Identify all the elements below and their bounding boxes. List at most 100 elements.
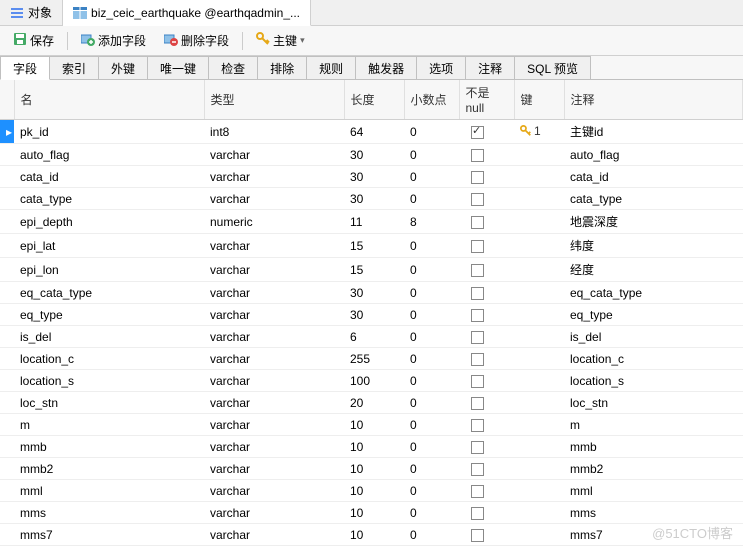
cell-not-null[interactable] — [459, 234, 514, 258]
cell-length[interactable]: 10 — [344, 436, 404, 458]
cell-comment[interactable]: eq_type — [564, 304, 743, 326]
col-not-null[interactable]: 不是 null — [459, 80, 514, 120]
cell-type[interactable]: varchar — [204, 188, 344, 210]
cell-comment[interactable]: is_del — [564, 326, 743, 348]
cell-type[interactable]: varchar — [204, 166, 344, 188]
cell-length[interactable]: 30 — [344, 282, 404, 304]
cell-name[interactable]: cata_id — [14, 166, 204, 188]
field-row[interactable]: loc_stnvarchar200loc_stn — [0, 392, 743, 414]
cell-comment[interactable]: cata_id — [564, 166, 743, 188]
cell-key[interactable]: 1 — [514, 120, 564, 144]
cell-length[interactable]: 255 — [344, 348, 404, 370]
cell-name[interactable]: pk_id — [14, 120, 204, 144]
cell-not-null[interactable] — [459, 436, 514, 458]
sub-tab-7[interactable]: 触发器 — [355, 56, 417, 79]
cell-key[interactable] — [514, 304, 564, 326]
cell-name[interactable]: mmb2 — [14, 458, 204, 480]
col-key[interactable]: 键 — [514, 80, 564, 120]
checkbox-icon[interactable] — [471, 240, 484, 253]
cell-key[interactable] — [514, 370, 564, 392]
sub-tab-9[interactable]: 注释 — [465, 56, 515, 79]
cell-type[interactable]: varchar — [204, 524, 344, 546]
sub-tab-5[interactable]: 排除 — [257, 56, 307, 79]
cell-not-null[interactable] — [459, 414, 514, 436]
cell-not-null[interactable] — [459, 188, 514, 210]
cell-decimal[interactable]: 0 — [404, 480, 459, 502]
cell-name[interactable]: mms7 — [14, 524, 204, 546]
field-row[interactable]: is_delvarchar60is_del — [0, 326, 743, 348]
cell-name[interactable]: mml — [14, 480, 204, 502]
cell-length[interactable]: 15 — [344, 258, 404, 282]
cell-comment[interactable]: cata_type — [564, 188, 743, 210]
cell-comment[interactable]: 主键id — [564, 120, 743, 144]
field-row[interactable]: ▸pk_idint86401主键id — [0, 120, 743, 144]
cell-comment[interactable]: mmb2 — [564, 458, 743, 480]
save-button[interactable]: 保存 — [6, 29, 61, 52]
cell-key[interactable] — [514, 188, 564, 210]
field-row[interactable]: eq_typevarchar300eq_type — [0, 304, 743, 326]
field-row[interactable]: cata_typevarchar300cata_type — [0, 188, 743, 210]
cell-length[interactable]: 10 — [344, 502, 404, 524]
col-length[interactable]: 长度 — [344, 80, 404, 120]
cell-key[interactable] — [514, 166, 564, 188]
sub-tab-10[interactable]: SQL 预览 — [514, 56, 591, 79]
checkbox-icon[interactable] — [471, 149, 484, 162]
cell-not-null[interactable] — [459, 480, 514, 502]
cell-decimal[interactable]: 0 — [404, 458, 459, 480]
cell-type[interactable]: varchar — [204, 258, 344, 282]
cell-type[interactable]: varchar — [204, 326, 344, 348]
cell-comment[interactable]: eq_cata_type — [564, 282, 743, 304]
cell-name[interactable]: mmb — [14, 436, 204, 458]
tab-objects[interactable]: 对象 — [0, 0, 63, 25]
field-row[interactable]: epi_lonvarchar150经度 — [0, 258, 743, 282]
cell-type[interactable]: varchar — [204, 282, 344, 304]
cell-decimal[interactable]: 0 — [404, 370, 459, 392]
cell-comment[interactable]: location_c — [564, 348, 743, 370]
cell-key[interactable] — [514, 458, 564, 480]
cell-length[interactable]: 64 — [344, 120, 404, 144]
cell-type[interactable]: varchar — [204, 304, 344, 326]
checkbox-icon[interactable] — [471, 309, 484, 322]
cell-comment[interactable]: 地震深度 — [564, 210, 743, 234]
cell-decimal[interactable]: 0 — [404, 326, 459, 348]
checkbox-icon[interactable] — [471, 264, 484, 277]
checkbox-icon[interactable] — [471, 216, 484, 229]
cell-comment[interactable]: auto_flag — [564, 144, 743, 166]
cell-type[interactable]: int8 — [204, 120, 344, 144]
checkbox-icon[interactable] — [471, 529, 484, 542]
cell-not-null[interactable] — [459, 166, 514, 188]
cell-decimal[interactable]: 0 — [404, 188, 459, 210]
sub-tab-8[interactable]: 选项 — [416, 56, 466, 79]
checkbox-icon[interactable] — [471, 485, 484, 498]
checkbox-icon[interactable] — [471, 375, 484, 388]
cell-key[interactable] — [514, 524, 564, 546]
field-row[interactable]: location_cvarchar2550location_c — [0, 348, 743, 370]
cell-length[interactable]: 30 — [344, 304, 404, 326]
field-row[interactable]: location_svarchar1000location_s — [0, 370, 743, 392]
cell-not-null[interactable] — [459, 144, 514, 166]
cell-not-null[interactable] — [459, 282, 514, 304]
cell-type[interactable]: varchar — [204, 392, 344, 414]
cell-comment[interactable]: mms — [564, 502, 743, 524]
primary-key-button[interactable]: 主键 ▾ — [249, 29, 312, 52]
delete-field-button[interactable]: 删除字段 — [157, 29, 236, 52]
cell-key[interactable] — [514, 210, 564, 234]
field-row[interactable]: mmsvarchar100mms — [0, 502, 743, 524]
checkbox-icon[interactable] — [471, 397, 484, 410]
cell-key[interactable] — [514, 258, 564, 282]
cell-name[interactable]: auto_flag — [14, 144, 204, 166]
checkbox-icon[interactable] — [471, 507, 484, 520]
cell-key[interactable] — [514, 436, 564, 458]
cell-not-null[interactable] — [459, 392, 514, 414]
field-row[interactable]: auto_flagvarchar300auto_flag — [0, 144, 743, 166]
checkbox-icon[interactable] — [471, 126, 484, 139]
cell-length[interactable]: 10 — [344, 458, 404, 480]
cell-key[interactable] — [514, 144, 564, 166]
cell-name[interactable]: m — [14, 414, 204, 436]
cell-type[interactable]: varchar — [204, 370, 344, 392]
cell-not-null[interactable] — [459, 210, 514, 234]
cell-key[interactable] — [514, 414, 564, 436]
cell-length[interactable]: 10 — [344, 414, 404, 436]
cell-not-null[interactable] — [459, 524, 514, 546]
cell-not-null[interactable] — [459, 304, 514, 326]
